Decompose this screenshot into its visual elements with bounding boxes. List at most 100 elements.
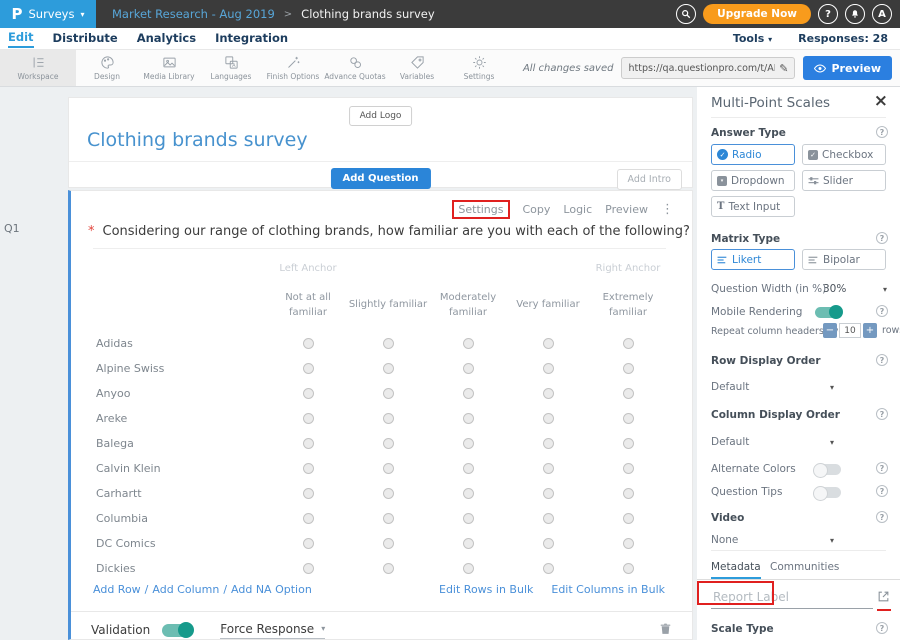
- radio-option[interactable]: [303, 438, 314, 449]
- radio-option[interactable]: [383, 538, 394, 549]
- radio-option[interactable]: [623, 463, 634, 474]
- help-icon[interactable]: ?: [876, 126, 888, 138]
- radio-option[interactable]: [623, 563, 634, 574]
- radio-option[interactable]: [623, 413, 634, 424]
- tab-analytics[interactable]: Analytics: [137, 31, 196, 47]
- radio-option[interactable]: [543, 388, 554, 399]
- account-avatar[interactable]: A: [872, 4, 892, 24]
- add-logo-button[interactable]: Add Logo: [349, 106, 413, 126]
- radio-option[interactable]: [543, 538, 554, 549]
- radio-option[interactable]: [383, 463, 394, 474]
- matrix-type-likert[interactable]: Likert: [711, 249, 795, 270]
- radio-option[interactable]: [303, 463, 314, 474]
- video-dropdown[interactable]: None: [711, 534, 738, 546]
- radio-option[interactable]: [623, 338, 634, 349]
- column-display-order-dropdown[interactable]: Default: [711, 436, 749, 448]
- radio-option[interactable]: [543, 413, 554, 424]
- increment-button[interactable]: +: [863, 323, 877, 338]
- add-question-button[interactable]: Add Question: [330, 168, 430, 189]
- row-label[interactable]: Dickies: [96, 562, 268, 575]
- edit-columns-in-bulk-link[interactable]: Edit Columns in Bulk: [551, 583, 665, 596]
- answer-type-checkbox[interactable]: ✓Checkbox: [802, 144, 886, 165]
- help-icon[interactable]: ?: [876, 408, 888, 420]
- tab-metadata[interactable]: Metadata: [711, 561, 761, 579]
- question-settings-link[interactable]: Settings: [452, 200, 509, 219]
- row-label[interactable]: Adidas: [96, 337, 268, 350]
- toolbar-media-library[interactable]: Media Library: [138, 50, 200, 86]
- answer-type-dropdown[interactable]: ▾Dropdown: [711, 170, 795, 191]
- radio-option[interactable]: [463, 363, 474, 374]
- question-preview-link[interactable]: Preview: [605, 203, 648, 216]
- radio-option[interactable]: [303, 513, 314, 524]
- radio-option[interactable]: [383, 563, 394, 574]
- question-text[interactable]: Considering our range of clothing brands…: [103, 224, 690, 239]
- column-header[interactable]: Moderately familiar: [428, 290, 508, 321]
- toolbar-settings[interactable]: Settings: [448, 50, 510, 86]
- radio-option[interactable]: [303, 338, 314, 349]
- tab-distribute[interactable]: Distribute: [53, 31, 118, 47]
- responses-count[interactable]: Responses: 28: [798, 32, 888, 45]
- radio-option[interactable]: [303, 413, 314, 424]
- edit-url-icon[interactable]: ✎: [779, 62, 788, 75]
- close-icon[interactable]: ×: [874, 91, 888, 111]
- survey-url-field[interactable]: https://qa.questionpro.com/t/APNrfZfQ ✎: [621, 57, 795, 79]
- radio-option[interactable]: [623, 363, 634, 374]
- alternate-colors-toggle[interactable]: [815, 464, 841, 475]
- radio-option[interactable]: [543, 463, 554, 474]
- row-label[interactable]: Calvin Klein: [96, 462, 268, 475]
- help-button[interactable]: ?: [818, 4, 838, 24]
- radio-option[interactable]: [463, 563, 474, 574]
- toolbar-design[interactable]: Design: [76, 50, 138, 86]
- add-intro-button[interactable]: Add Intro: [617, 169, 682, 190]
- tools-menu[interactable]: Tools ▾: [733, 32, 772, 45]
- validation-toggle[interactable]: [162, 624, 192, 637]
- radio-option[interactable]: [383, 488, 394, 499]
- matrix-type-bipolar[interactable]: Bipolar: [802, 249, 886, 270]
- radio-option[interactable]: [623, 388, 634, 399]
- repeat-headers-value[interactable]: 10: [839, 323, 861, 338]
- column-header[interactable]: Not at all familiar: [268, 290, 348, 321]
- column-header[interactable]: Very familiar: [508, 297, 588, 313]
- kebab-menu-icon[interactable]: ⋮: [661, 202, 674, 217]
- help-icon[interactable]: ?: [876, 485, 888, 497]
- tab-edit[interactable]: Edit: [8, 30, 34, 48]
- answer-type-text-input[interactable]: TText Input: [711, 196, 795, 217]
- answer-type-slider[interactable]: Slider: [802, 170, 886, 191]
- preview-button[interactable]: Preview: [803, 56, 892, 80]
- row-display-order-dropdown[interactable]: Default: [711, 381, 749, 393]
- row-label[interactable]: DC Comics: [96, 537, 268, 550]
- add-na-option-link[interactable]: Add NA Option: [231, 583, 312, 596]
- row-label[interactable]: Areke: [96, 412, 268, 425]
- toolbar-finish-options[interactable]: Finish Options: [262, 50, 324, 86]
- radio-option[interactable]: [543, 438, 554, 449]
- radio-option[interactable]: [543, 488, 554, 499]
- radio-option[interactable]: [623, 538, 634, 549]
- question-width-value[interactable]: 30%: [823, 283, 846, 295]
- help-icon[interactable]: ?: [876, 511, 888, 523]
- help-icon[interactable]: ?: [876, 232, 888, 244]
- toolbar-languages[interactable]: A Languages: [200, 50, 262, 86]
- report-label-input[interactable]: [711, 587, 873, 609]
- radio-option[interactable]: [463, 438, 474, 449]
- chevron-down-icon[interactable]: ▾: [883, 285, 887, 294]
- surveys-product-menu[interactable]: P Surveys ▾: [0, 0, 96, 28]
- radio-option[interactable]: [383, 513, 394, 524]
- radio-option[interactable]: [463, 413, 474, 424]
- add-column-link[interactable]: Add Column: [152, 583, 219, 596]
- radio-option[interactable]: [463, 463, 474, 474]
- radio-option[interactable]: [543, 563, 554, 574]
- add-row-link[interactable]: Add Row: [93, 583, 141, 596]
- upgrade-now-button[interactable]: Upgrade Now: [703, 4, 811, 24]
- radio-option[interactable]: [463, 488, 474, 499]
- search-button[interactable]: [676, 4, 696, 24]
- radio-option[interactable]: [463, 388, 474, 399]
- mobile-rendering-toggle[interactable]: [815, 307, 841, 318]
- row-label[interactable]: Columbia: [96, 512, 268, 525]
- radio-option[interactable]: [543, 338, 554, 349]
- decrement-button[interactable]: −: [823, 323, 837, 338]
- radio-option[interactable]: [303, 538, 314, 549]
- notifications-button[interactable]: [845, 4, 865, 24]
- radio-option[interactable]: [303, 488, 314, 499]
- radio-option[interactable]: [463, 538, 474, 549]
- radio-option[interactable]: [623, 488, 634, 499]
